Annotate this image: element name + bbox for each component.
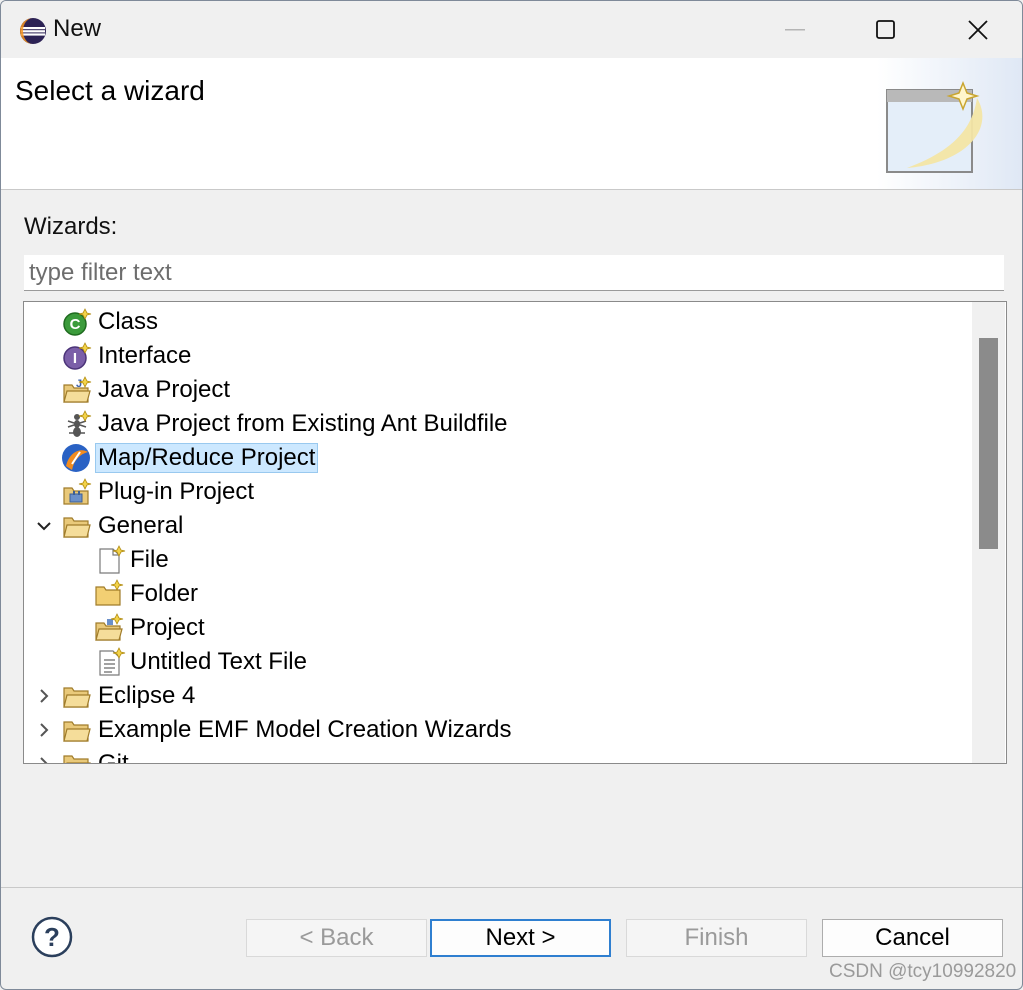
- window-title: New: [53, 15, 102, 42]
- tree-item-label: Folder: [130, 580, 199, 607]
- class-icon: C: [63, 308, 92, 336]
- mapreduce-icon: [62, 444, 90, 472]
- tree-item-label: Map/Reduce Project: [94, 443, 319, 473]
- svg-text:?: ?: [44, 922, 60, 952]
- tree-item-label: Java Project from Existing Ant Buildfile: [98, 410, 508, 437]
- minimize-button[interactable]: [751, 1, 841, 58]
- wizards-label: Wizards:: [24, 213, 118, 240]
- tree-item-label: File: [130, 546, 169, 573]
- tree-item-label: Eclipse 4: [98, 682, 196, 709]
- minimize-icon: [785, 28, 805, 30]
- maximize-button[interactable]: [841, 1, 931, 58]
- new-project-icon: [95, 613, 124, 641]
- svg-text:C: C: [70, 316, 81, 333]
- tree-item-label: Example EMF Model Creation Wizards: [98, 716, 512, 743]
- new-folder-icon: [95, 579, 124, 606]
- interface-icon: I: [63, 342, 92, 370]
- svg-text:I: I: [73, 350, 77, 367]
- folder-icon: [63, 721, 91, 742]
- page-title: Select a wizard: [15, 75, 205, 106]
- tree-item-label: Plug-in Project: [98, 478, 255, 505]
- java-project-icon: J: [63, 376, 92, 403]
- tree-item-label: Project: [130, 614, 205, 641]
- plugin-project-icon: [63, 478, 92, 505]
- folder-icon: [63, 755, 91, 763]
- cancel-button[interactable]: Cancel: [822, 919, 1003, 957]
- folder-icon: [63, 517, 91, 538]
- tree-item-label: Git: [98, 750, 129, 764]
- new-wizard-dialog: New Select a wizard Wizards: type filter…: [0, 0, 1023, 990]
- text-file-icon: [99, 647, 126, 676]
- close-button[interactable]: [933, 1, 1022, 58]
- svg-text:J: J: [76, 378, 82, 390]
- wizard-tree[interactable]: C Class I Interface J Java Project Java …: [23, 301, 1007, 764]
- tree-item-label: Class: [98, 308, 159, 335]
- wizard-banner-icon: [877, 58, 1022, 189]
- chevron-right-icon[interactable]: [34, 713, 54, 747]
- next-button[interactable]: Next >: [430, 919, 611, 957]
- new-file-icon: [99, 545, 126, 574]
- tree-item-label: Untitled Text File: [130, 648, 307, 675]
- finish-button[interactable]: Finish: [626, 919, 807, 957]
- watermark: CSDN @tcy10992820: [829, 961, 1017, 982]
- scrollbar-thumb[interactable]: [979, 338, 998, 549]
- tree-item-label: Interface: [98, 342, 192, 369]
- chevron-right-icon[interactable]: [34, 679, 54, 713]
- filter-input[interactable]: [24, 255, 1004, 291]
- close-icon: [968, 19, 988, 40]
- title-bar[interactable]: New: [1, 1, 1022, 58]
- chevron-down-icon[interactable]: [34, 509, 54, 543]
- maximize-icon: [876, 19, 895, 39]
- eclipse-icon: [20, 18, 46, 44]
- ant-icon: [67, 410, 92, 437]
- folder-icon: [63, 687, 91, 708]
- tree-item-label: Java Project: [98, 376, 231, 403]
- back-button[interactable]: < Back: [246, 919, 427, 957]
- help-icon[interactable]: ?: [31, 916, 73, 958]
- button-bar-divider: [1, 887, 1022, 888]
- wizard-header: Select a wizard: [1, 58, 1022, 190]
- tree-item-label: General: [98, 512, 184, 539]
- chevron-right-icon[interactable]: [34, 747, 54, 763]
